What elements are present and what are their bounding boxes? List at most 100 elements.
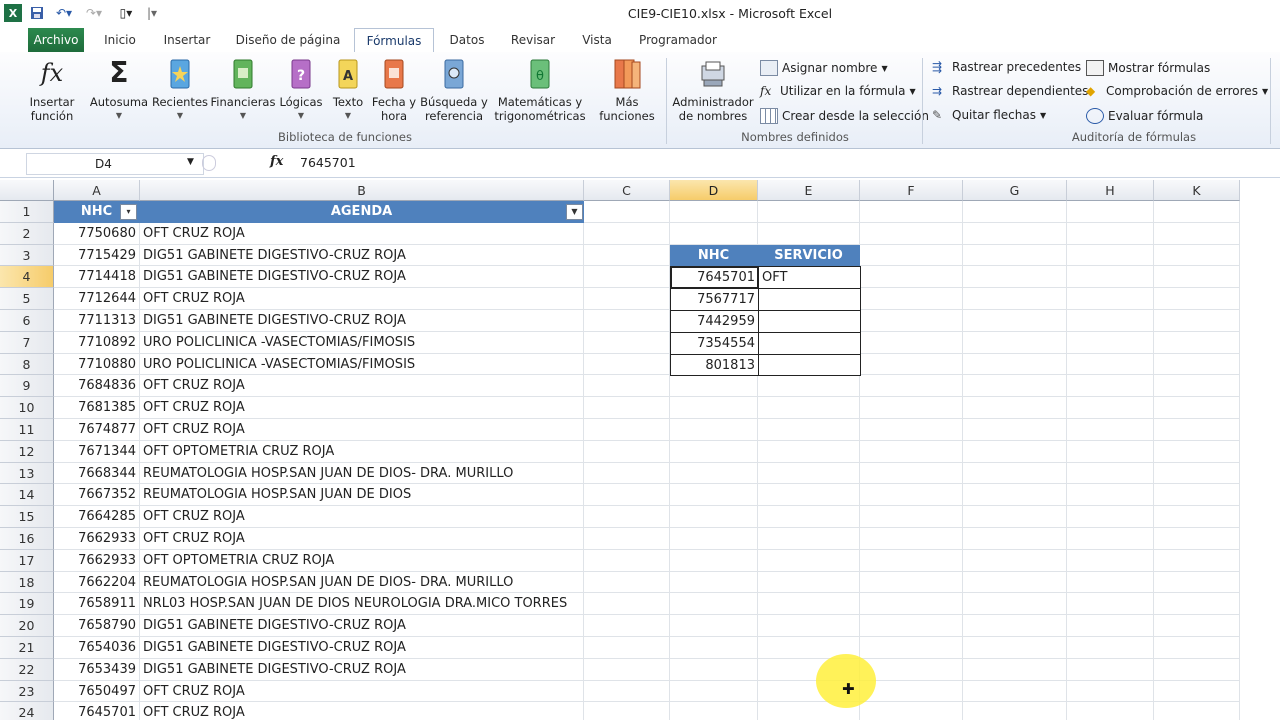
grid-cell[interactable] xyxy=(1154,440,1240,463)
row-header-22[interactable]: 22 xyxy=(0,658,54,681)
nhc-lookup-cell[interactable]: 7354554 xyxy=(670,331,759,355)
grid-cell[interactable] xyxy=(860,244,963,267)
select-all-corner[interactable] xyxy=(0,180,54,201)
filter-sort-icon[interactable]: ▾ xyxy=(120,204,137,220)
grid-cell[interactable] xyxy=(584,506,670,528)
formula-input[interactable]: 7645701 xyxy=(300,155,356,170)
column-header-d[interactable]: D xyxy=(670,180,758,201)
grid-cell[interactable] xyxy=(1067,593,1154,616)
row-header-11[interactable]: 11 xyxy=(0,419,54,441)
grid-cell[interactable] xyxy=(1154,702,1240,720)
grid-cell[interactable] xyxy=(670,615,758,637)
agenda-cell[interactable]: OFT CRUZ ROJA xyxy=(140,680,584,703)
grid-cell[interactable] xyxy=(1154,310,1240,332)
tab-view[interactable]: Vista xyxy=(574,28,620,52)
grid-cell[interactable] xyxy=(860,222,963,245)
math-button[interactable]: θ Matemáticas y trigonométricas xyxy=(490,56,590,123)
logical-button[interactable]: ? Lógicas ▼ xyxy=(278,56,324,123)
servicio-cell[interactable] xyxy=(758,331,861,355)
row-header-6[interactable]: 6 xyxy=(0,310,54,332)
grid-cell[interactable] xyxy=(1154,615,1240,637)
nhc-cell[interactable]: 7684836 xyxy=(54,375,140,398)
grid-cell[interactable] xyxy=(1067,419,1154,441)
grid-cell[interactable] xyxy=(584,310,670,332)
nhc-cell[interactable]: 7714418 xyxy=(54,266,140,289)
grid-cell[interactable] xyxy=(860,549,963,572)
row-header-5[interactable]: 5 xyxy=(0,288,54,310)
grid-cell[interactable] xyxy=(584,702,670,720)
grid-cell[interactable] xyxy=(670,375,758,398)
grid-cell[interactable] xyxy=(963,462,1067,485)
agenda-cell[interactable]: OFT CRUZ ROJA xyxy=(140,222,584,245)
grid-cell[interactable] xyxy=(963,266,1067,289)
row-header-21[interactable]: 21 xyxy=(0,637,54,659)
tab-review[interactable]: Revisar xyxy=(504,28,562,52)
grid-cell[interactable] xyxy=(1067,222,1154,245)
grid-cell[interactable] xyxy=(860,484,963,507)
grid-cell[interactable] xyxy=(860,419,963,441)
nhc-cell[interactable]: 7662204 xyxy=(54,571,140,594)
grid-cell[interactable] xyxy=(1154,462,1240,485)
trace-dependents-button[interactable]: ⇉ Rastrear dependientes xyxy=(932,84,1088,98)
grid-cell[interactable] xyxy=(1067,375,1154,398)
column-header-b[interactable]: B xyxy=(140,180,584,201)
grid-cell[interactable] xyxy=(860,440,963,463)
grid-cell[interactable] xyxy=(963,506,1067,528)
row-header-20[interactable]: 20 xyxy=(0,615,54,637)
tab-file[interactable]: Archivo xyxy=(28,28,84,52)
filter-dropdown-icon[interactable]: ▼ xyxy=(566,204,583,220)
grid-cell[interactable] xyxy=(1154,419,1240,441)
agenda-cell[interactable]: REUMATOLOGIA HOSP.SAN JUAN DE DIOS- DRA.… xyxy=(140,571,584,594)
grid-cell[interactable] xyxy=(860,201,963,223)
grid-cell[interactable] xyxy=(1154,397,1240,419)
grid-cell[interactable] xyxy=(963,310,1067,332)
evaluate-formula-button[interactable]: Evaluar fórmula xyxy=(1086,108,1203,124)
grid-cell[interactable] xyxy=(670,440,758,463)
nhc-cell[interactable]: 7645701 xyxy=(54,702,140,720)
grid-cell[interactable] xyxy=(670,528,758,550)
nhc-cell[interactable]: 7715429 xyxy=(54,244,140,267)
grid-cell[interactable] xyxy=(584,288,670,310)
nhc-cell[interactable]: 7710880 xyxy=(54,353,140,376)
grid-cell[interactable] xyxy=(584,549,670,572)
grid-cell[interactable] xyxy=(860,288,963,310)
grid-cell[interactable] xyxy=(584,615,670,637)
chevron-down-icon[interactable]: ▼ xyxy=(187,157,194,167)
grid-cell[interactable] xyxy=(963,615,1067,637)
grid-cell[interactable] xyxy=(1154,593,1240,616)
grid-cell[interactable] xyxy=(758,506,860,528)
column-header-k[interactable]: K xyxy=(1154,180,1240,201)
row-header-24[interactable]: 24 xyxy=(0,702,54,720)
grid-cell[interactable] xyxy=(670,506,758,528)
grid-cell[interactable] xyxy=(584,397,670,419)
grid-cell[interactable] xyxy=(758,375,860,398)
grid-cell[interactable] xyxy=(860,702,963,720)
row-header-15[interactable]: 15 xyxy=(0,506,54,528)
grid-cell[interactable] xyxy=(758,484,860,507)
grid-cell[interactable] xyxy=(1067,506,1154,528)
create-from-selection-button[interactable]: Crear desde la selección xyxy=(760,108,929,124)
grid-cell[interactable] xyxy=(584,244,670,267)
row-header-7[interactable]: 7 xyxy=(0,331,54,354)
remove-arrows-button[interactable]: ✎ Quitar flechas ▼ xyxy=(932,108,1046,122)
formula-bar-splitter[interactable] xyxy=(202,155,216,171)
grid-cell[interactable] xyxy=(963,375,1067,398)
grid-cell[interactable] xyxy=(1067,288,1154,310)
autosum-button[interactable]: Σ Autosuma ▼ xyxy=(88,56,150,123)
column-header-a[interactable]: A xyxy=(54,180,140,201)
agenda-cell[interactable]: OFT CRUZ ROJA xyxy=(140,375,584,398)
grid-cell[interactable] xyxy=(1154,222,1240,245)
grid-cell[interactable] xyxy=(963,222,1067,245)
grid-cell[interactable] xyxy=(584,375,670,398)
grid-cell[interactable] xyxy=(1154,353,1240,376)
grid-cell[interactable] xyxy=(1067,440,1154,463)
assign-name-button[interactable]: Asignar nombre ▼ xyxy=(760,60,888,76)
grid-cell[interactable] xyxy=(860,375,963,398)
grid-cell[interactable] xyxy=(1067,658,1154,681)
grid-cell[interactable] xyxy=(758,462,860,485)
grid-cell[interactable] xyxy=(584,593,670,616)
grid-cell[interactable] xyxy=(963,331,1067,354)
recent-button[interactable]: Recientes ▼ xyxy=(152,56,208,123)
servicio-cell[interactable]: OFT xyxy=(758,266,861,290)
nhc-cell[interactable]: 7667352 xyxy=(54,484,140,507)
